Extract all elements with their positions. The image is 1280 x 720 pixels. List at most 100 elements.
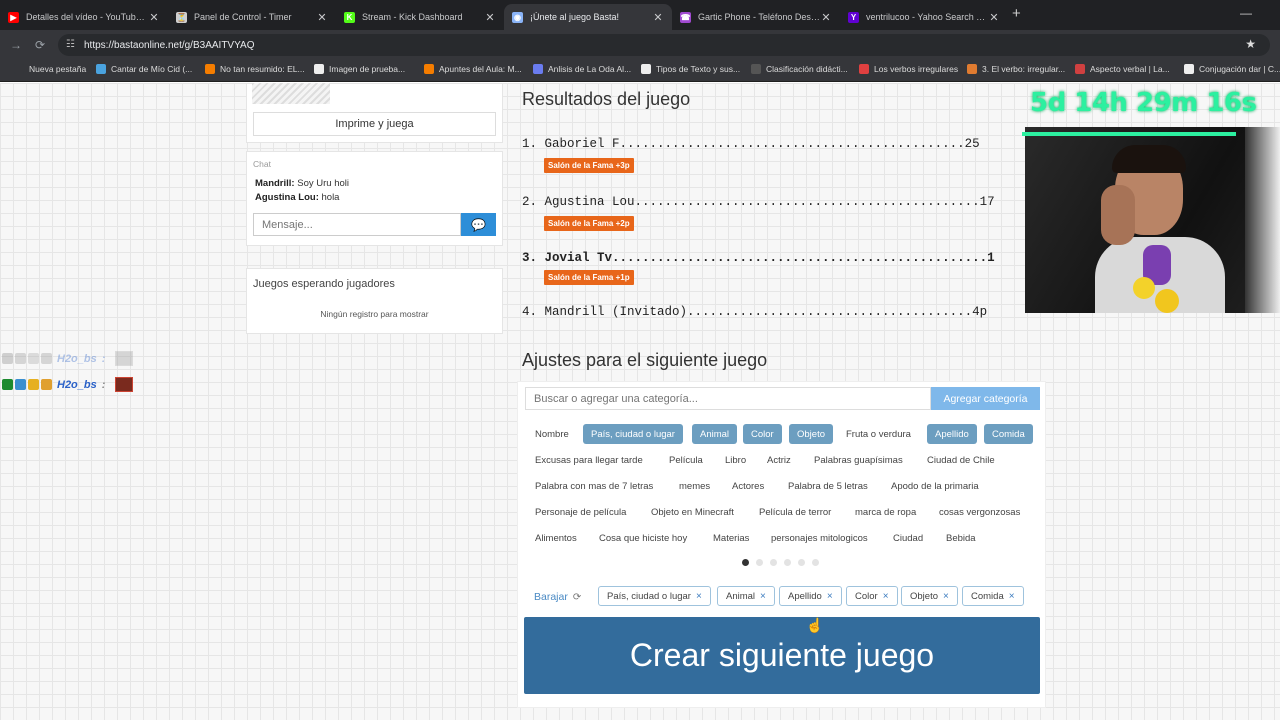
- remove-tag-icon[interactable]: ×: [883, 591, 889, 602]
- bookmark-label: Anlisis de La Oda Al...: [548, 64, 632, 74]
- create-next-game-button[interactable]: Crear siguiente juego: [524, 617, 1040, 694]
- tab-title: Panel de Control - Timer: [194, 12, 292, 22]
- category-chip[interactable]: Apodo de la primaria: [883, 476, 987, 496]
- category-chip[interactable]: Palabra de 5 letras: [780, 476, 876, 496]
- tab-favicon-icon: K: [344, 11, 355, 23]
- page-dot[interactable]: [742, 559, 749, 566]
- category-chip[interactable]: Actriz: [759, 450, 799, 470]
- page-dot[interactable]: [770, 559, 777, 566]
- selected-category-tag: Apellido ×: [779, 586, 842, 606]
- category-chip[interactable]: Película de terror: [751, 502, 839, 522]
- remove-tag-icon[interactable]: ×: [760, 591, 766, 602]
- category-chip[interactable]: País, ciudad o lugar: [583, 424, 683, 444]
- shuffle-button[interactable]: Barajar ⟳: [534, 591, 581, 603]
- category-chip[interactable]: Excusas para llegar tarde: [527, 450, 651, 470]
- bookmark-item[interactable]: Apuntes del Aula: M...: [424, 64, 522, 74]
- category-chip[interactable]: personajes mitologicos: [763, 528, 876, 548]
- bookmark-item[interactable]: Conjugación dar | C...: [1184, 64, 1280, 74]
- bookmark-item[interactable]: Clasificación didácti...: [751, 64, 848, 74]
- mouse-cursor: ☝: [806, 617, 824, 633]
- remove-tag-icon[interactable]: ×: [696, 591, 702, 602]
- chat-message-input[interactable]: [253, 213, 461, 236]
- selected-category-tag: Comida ×: [962, 586, 1024, 606]
- tab-favicon-icon: ⏳: [176, 11, 187, 23]
- category-chip[interactable]: marca de ropa: [847, 502, 924, 522]
- tab-close-icon[interactable]: ✕: [316, 11, 328, 24]
- category-chip[interactable]: Apellido: [927, 424, 977, 444]
- category-chip[interactable]: Objeto en Minecraft: [643, 502, 742, 522]
- tab-close-icon[interactable]: ✕: [148, 11, 160, 24]
- send-message-button[interactable]: 💬: [461, 213, 496, 236]
- tab-close-icon[interactable]: ✕: [484, 11, 496, 24]
- category-chip[interactable]: Ciudad de Chile: [919, 450, 1003, 470]
- category-chip[interactable]: Materias: [705, 528, 757, 548]
- category-chip[interactable]: Palabra con mas de 7 letras: [527, 476, 661, 496]
- tab-close-icon[interactable]: ✕: [988, 11, 1000, 24]
- bookmark-favicon-icon: [205, 64, 215, 74]
- browser-tab[interactable]: K Stream - Kick Dashboard ✕: [336, 4, 504, 30]
- tab-close-icon[interactable]: ✕: [652, 11, 664, 24]
- category-chip[interactable]: Palabras guapísimas: [806, 450, 911, 470]
- category-chip[interactable]: memes: [671, 476, 718, 496]
- bookmark-label: Cantar de Mío Cid (...: [111, 64, 193, 74]
- bookmark-star-icon[interactable]: ★: [1245, 37, 1256, 51]
- site-settings-icon[interactable]: ☷: [66, 39, 77, 50]
- bookmark-item[interactable]: Anlisis de La Oda Al...: [533, 64, 631, 74]
- browser-tab[interactable]: ☎ Gartic Phone - Teléfono Descon ✕: [672, 4, 840, 30]
- browser-tab[interactable]: Yventrilucoo - Yahoo Search Tus ✕: [840, 4, 1008, 30]
- bookmark-item[interactable]: No tan resumido: EL...: [205, 64, 305, 74]
- bookmark-item[interactable]: Los verbos irregulares: [859, 64, 958, 74]
- url-field[interactable]: ☷ https://bastaonline.net/g/B3AAITVYAQ ★: [58, 34, 1270, 56]
- browser-tab[interactable]: ◉ ¡Únete al juego Basta! ✕: [504, 4, 672, 30]
- page-dot[interactable]: [798, 559, 805, 566]
- remove-tag-icon[interactable]: ×: [943, 591, 949, 602]
- category-chip[interactable]: Actores: [724, 476, 772, 496]
- bookmark-favicon-icon: [641, 64, 651, 74]
- category-chip[interactable]: Cosa que hiciste hoy: [591, 528, 695, 548]
- category-chip[interactable]: Nombre: [527, 424, 577, 444]
- print-and-play-button[interactable]: Imprime y juega: [253, 112, 496, 136]
- add-category-button[interactable]: Agregar categoría: [931, 387, 1040, 410]
- bookmark-item[interactable]: Cantar de Mío Cid (...: [96, 64, 192, 74]
- hall-of-fame-badge: Salón de la Fama +1p: [544, 270, 634, 285]
- category-chip[interactable]: Alimentos: [527, 528, 585, 548]
- shuffle-label: Barajar: [534, 591, 568, 603]
- tab-favicon-icon: ☎: [680, 11, 691, 23]
- bookmark-item[interactable]: Imagen de prueba...: [314, 64, 405, 74]
- remove-tag-icon[interactable]: ×: [827, 591, 833, 602]
- browser-tab[interactable]: ⏳ Panel de Control - Timer ✕: [168, 4, 336, 30]
- new-tab-icon[interactable]: +: [1012, 5, 1021, 22]
- browser-tab[interactable]: ▶ Detalles del vídeo - YouTube St ✕: [0, 4, 168, 30]
- page-dot[interactable]: [812, 559, 819, 566]
- result-row: 3. Jovial Tv............................…: [522, 251, 995, 265]
- bookmark-item[interactable]: Tipos de Texto y sus...: [641, 64, 740, 74]
- category-chip[interactable]: Fruta o verdura: [838, 424, 919, 444]
- category-chip[interactable]: Objeto: [789, 424, 833, 444]
- reload-icon[interactable]: ⟳: [35, 38, 45, 52]
- remove-tag-icon[interactable]: ×: [1009, 591, 1015, 602]
- category-chip[interactable]: Animal: [692, 424, 738, 444]
- category-chip[interactable]: Ciudad: [885, 528, 931, 548]
- forward-icon[interactable]: →: [10, 38, 22, 52]
- bookmark-item[interactable]: Aspecto verbal | La...: [1075, 64, 1170, 74]
- result-row: 2. Agustina Lou.........................…: [522, 195, 995, 209]
- category-chip[interactable]: Película: [661, 450, 711, 470]
- page-dot[interactable]: [784, 559, 791, 566]
- chat-heading: Chat: [253, 159, 271, 169]
- category-search-input[interactable]: [525, 387, 931, 410]
- chat-message: Agustina Lou: hola: [255, 192, 339, 203]
- bookmark-label: No tan resumido: EL...: [220, 64, 305, 74]
- minimize-icon[interactable]: —: [1240, 6, 1252, 20]
- page-dot[interactable]: [756, 559, 763, 566]
- category-chip[interactable]: cosas vergonzosas: [931, 502, 1028, 522]
- category-chip[interactable]: Personaje de película: [527, 502, 634, 522]
- tab-close-icon[interactable]: ✕: [820, 11, 832, 24]
- bookmark-item[interactable]: 3. El verbo: irregular...: [967, 64, 1065, 74]
- bookmark-label: Nueva pestaña: [29, 64, 87, 74]
- category-chip[interactable]: Bebida: [938, 528, 984, 548]
- category-chip[interactable]: Comida: [984, 424, 1033, 444]
- bookmark-item[interactable]: Nueva pestaña: [14, 64, 86, 74]
- category-chip[interactable]: Libro: [717, 450, 754, 470]
- category-chip[interactable]: Color: [743, 424, 782, 444]
- waiting-games-empty: Ningún registro para mostrar: [320, 309, 429, 319]
